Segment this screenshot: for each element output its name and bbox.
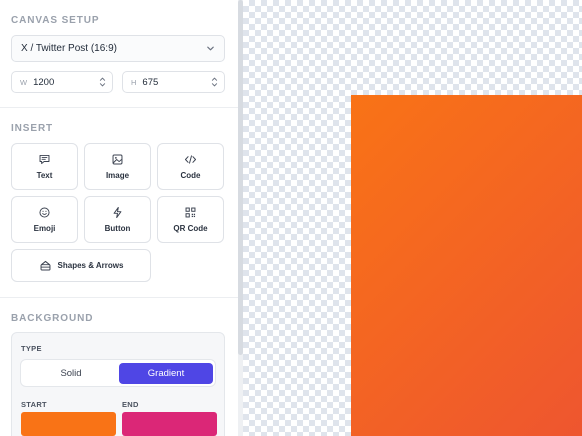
insert-qr-code-label: QR Code [173, 224, 208, 233]
insert-text-label: Text [36, 171, 53, 180]
gradient-option[interactable]: Gradient [119, 363, 213, 384]
lightning-icon [113, 206, 122, 219]
width-input[interactable]: W 1200 [11, 71, 113, 93]
height-input[interactable]: H 675 [122, 71, 225, 93]
insert-code-button[interactable]: Code [157, 143, 224, 190]
stepper-icon[interactable] [211, 76, 218, 88]
sidebar: CANVAS SETUP X / Twitter Post (16:9) W 1… [0, 0, 238, 436]
width-value: 1200 [33, 76, 55, 88]
end-color-swatch[interactable] [122, 412, 217, 436]
divider [0, 107, 238, 108]
insert-image-button[interactable]: Image [84, 143, 151, 190]
insert-emoji-label: Emoji [33, 224, 56, 233]
message-square-icon [39, 154, 50, 165]
background-title: BACKGROUND [11, 313, 94, 324]
insert-button-button[interactable]: Button [84, 196, 151, 243]
canvas-preset-select[interactable]: X / Twitter Post (16:9) [11, 35, 225, 62]
solid-option[interactable]: Solid [24, 363, 118, 384]
background-panel: TYPE Solid Gradient START END [11, 332, 225, 436]
image-icon [112, 154, 123, 165]
canvas-area[interactable] [243, 0, 582, 436]
type-label: TYPE [21, 344, 42, 353]
stepper-icon[interactable] [99, 76, 106, 88]
end-label: END [122, 400, 139, 409]
width-prefix: W [20, 77, 28, 87]
insert-button-label: Button [104, 224, 131, 233]
insert-text-button[interactable]: Text [11, 143, 78, 190]
insert-emoji-button[interactable]: Emoji [11, 196, 78, 243]
shapes-arrows-button[interactable]: Shapes & Arrows [11, 249, 151, 282]
canvas-preset-value: X / Twitter Post (16:9) [21, 43, 117, 54]
shapes-arrows-label: Shapes & Arrows [57, 261, 124, 270]
height-value: 675 [142, 76, 159, 88]
qr-code-icon [185, 207, 196, 218]
divider [0, 297, 238, 298]
insert-code-label: Code [180, 171, 201, 180]
background-type-toggle: Solid Gradient [20, 359, 216, 387]
start-label: START [21, 400, 47, 409]
insert-image-label: Image [105, 171, 130, 180]
shapes-icon [40, 260, 50, 271]
height-prefix: H [131, 77, 137, 87]
smile-icon [39, 207, 50, 218]
start-color-swatch[interactable] [21, 412, 116, 436]
canvas-setup-title: CANVAS SETUP [11, 15, 100, 26]
chevron-down-icon [207, 46, 214, 51]
insert-title: INSERT [11, 123, 54, 134]
insert-qr-code-button[interactable]: QR Code [157, 196, 224, 243]
code-icon [184, 155, 197, 164]
artboard[interactable] [351, 95, 582, 436]
